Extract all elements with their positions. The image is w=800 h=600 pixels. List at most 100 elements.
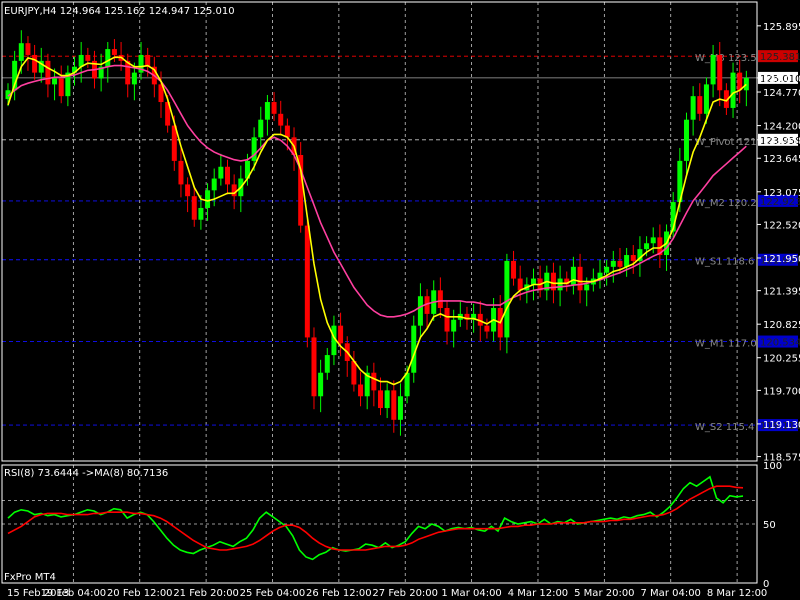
- candle-bull: [650, 237, 656, 244]
- axes: 15 Feb 201319 Feb 04:00 20 Feb 12:00 21 Fe…: [1, 1, 800, 599]
- indicator-line: RSI(8) 73.6444 ->MA(8) 80.7136: [4, 468, 168, 479]
- ma-fast-line: [7, 56, 747, 386]
- level-label-W_Pivot: W_Pivot 121: [695, 137, 757, 148]
- rsi-ma-line: [7, 485, 744, 551]
- candle-bear: [225, 166, 231, 185]
- candle-bear: [378, 390, 383, 409]
- x-tick-label: 21 Feb 20:00: [173, 588, 239, 599]
- main-grid: [72, 2, 738, 583]
- candle-bear: [358, 384, 364, 397]
- x-tick-label: 27 Feb 20:00: [372, 588, 438, 599]
- candle-bull: [384, 390, 390, 409]
- candle-bull: [318, 372, 324, 397]
- candle-bear: [437, 290, 443, 308]
- candle-bull: [131, 72, 137, 85]
- x-tick-label: 5 Mar 20:00: [574, 588, 634, 599]
- candle-bull: [251, 137, 257, 161]
- candle-bull: [264, 102, 270, 120]
- candle-bull: [397, 396, 403, 420]
- chart-canvas: W_M3 123.5 125.381 W_Pivot 121 123.958 W_M2 …: [1, 1, 800, 599]
- level-price-label: 125.381: [760, 52, 800, 63]
- candle-bear: [630, 255, 636, 261]
- candle-bear: [737, 72, 743, 91]
- y-tick-label: 125.010: [763, 74, 800, 85]
- level-label-W_M1: W_M1 117.0: [695, 339, 757, 350]
- candle-bull: [690, 96, 696, 120]
- candle-bear: [284, 125, 290, 138]
- candle-bull: [683, 119, 689, 161]
- candle-bull: [18, 43, 24, 61]
- x-tick-label: 4 Mar 12:00: [508, 588, 568, 599]
- level-label-W_M3: W_M3 123.5: [695, 53, 757, 64]
- candles: [5, 30, 749, 436]
- candle-bull: [52, 78, 58, 85]
- candle-bear: [304, 225, 310, 338]
- candle-bear: [185, 184, 191, 197]
- candle-bull: [570, 266, 576, 285]
- candle-bull: [703, 84, 709, 114]
- candle-bull: [205, 190, 211, 208]
- candle-bear: [577, 266, 583, 291]
- x-tick-label: 26 Feb 12:00: [306, 588, 372, 599]
- candle-bear: [58, 78, 64, 97]
- rsi-y-tick-label: 50: [763, 520, 776, 531]
- candle-bear: [45, 60, 51, 85]
- y-tick-label: 123.645: [763, 154, 800, 165]
- candle-bear: [271, 102, 277, 114]
- rsi-frame: [1, 464, 758, 584]
- candle-bear: [278, 113, 284, 126]
- candle-bear: [191, 196, 197, 220]
- candle-bear: [178, 160, 184, 185]
- candle-bull: [624, 255, 630, 267]
- pivot-levels: W_M3 123.5 125.381 W_Pivot 121 123.958 W_M2 …: [2, 50, 800, 433]
- y-tick-label: 120.825: [763, 320, 800, 331]
- y-tick-label: 122.520: [763, 220, 800, 231]
- rsi-y-tick-label: 0: [763, 579, 769, 590]
- candle-bear: [311, 337, 317, 397]
- level-price-label: 120.534: [760, 338, 800, 349]
- moving-averages: [7, 56, 747, 386]
- candle-bull: [584, 284, 590, 291]
- y-tick-label: 125.895: [763, 22, 800, 33]
- candle-bear: [517, 278, 523, 291]
- candle-bull: [644, 243, 650, 250]
- candle-bull: [105, 49, 111, 67]
- candle-bear: [111, 49, 117, 55]
- candle-bull: [324, 355, 330, 373]
- x-tick-label: 20 Feb 12:00: [107, 588, 173, 599]
- candle-bull: [730, 72, 736, 108]
- x-tick-label: 19 Feb 04:00: [41, 588, 107, 599]
- ma-slow-line: [7, 64, 747, 318]
- candle-bull: [218, 166, 224, 179]
- x-tick-label: 25 Feb 04:00: [240, 588, 306, 599]
- rsi-panel: [2, 475, 757, 561]
- candle-bear: [32, 54, 38, 73]
- y-tick-label: 123.075: [763, 188, 800, 199]
- candle-bull: [610, 260, 616, 267]
- candle-bear: [25, 43, 31, 55]
- candle-bear: [717, 54, 723, 91]
- candle-bear: [444, 308, 450, 332]
- candle-bear: [371, 372, 377, 391]
- y-tick-label: 123.958: [763, 136, 800, 147]
- candle-bull: [604, 266, 610, 273]
- y-tick-label: 119.130: [763, 420, 800, 431]
- candle-bear: [391, 390, 397, 420]
- y-tick-label: 124.200: [763, 122, 800, 133]
- candle-bear: [697, 96, 703, 114]
- candle-bear: [85, 54, 91, 61]
- candle-bull: [710, 54, 716, 85]
- x-tick-label: 7 Mar 04:00: [641, 588, 701, 599]
- symbol-line: EURJPY,H4 124.964 125.162 124.947 125.01…: [4, 6, 235, 17]
- level-label-W_S2: W_S2 115.4: [695, 422, 754, 433]
- candle-bear: [484, 325, 490, 332]
- candle-bull: [557, 278, 563, 291]
- candle-bull: [530, 278, 536, 285]
- y-tick-label: 120.255: [763, 354, 800, 365]
- level-label-W_S1: W_S1 118.6: [695, 257, 754, 268]
- candle-bull: [198, 207, 204, 220]
- x-tick-label: 8 Mar 12:00: [707, 588, 767, 599]
- candle-bull: [451, 319, 457, 332]
- candle-bull: [258, 119, 264, 138]
- candle-bear: [617, 260, 623, 267]
